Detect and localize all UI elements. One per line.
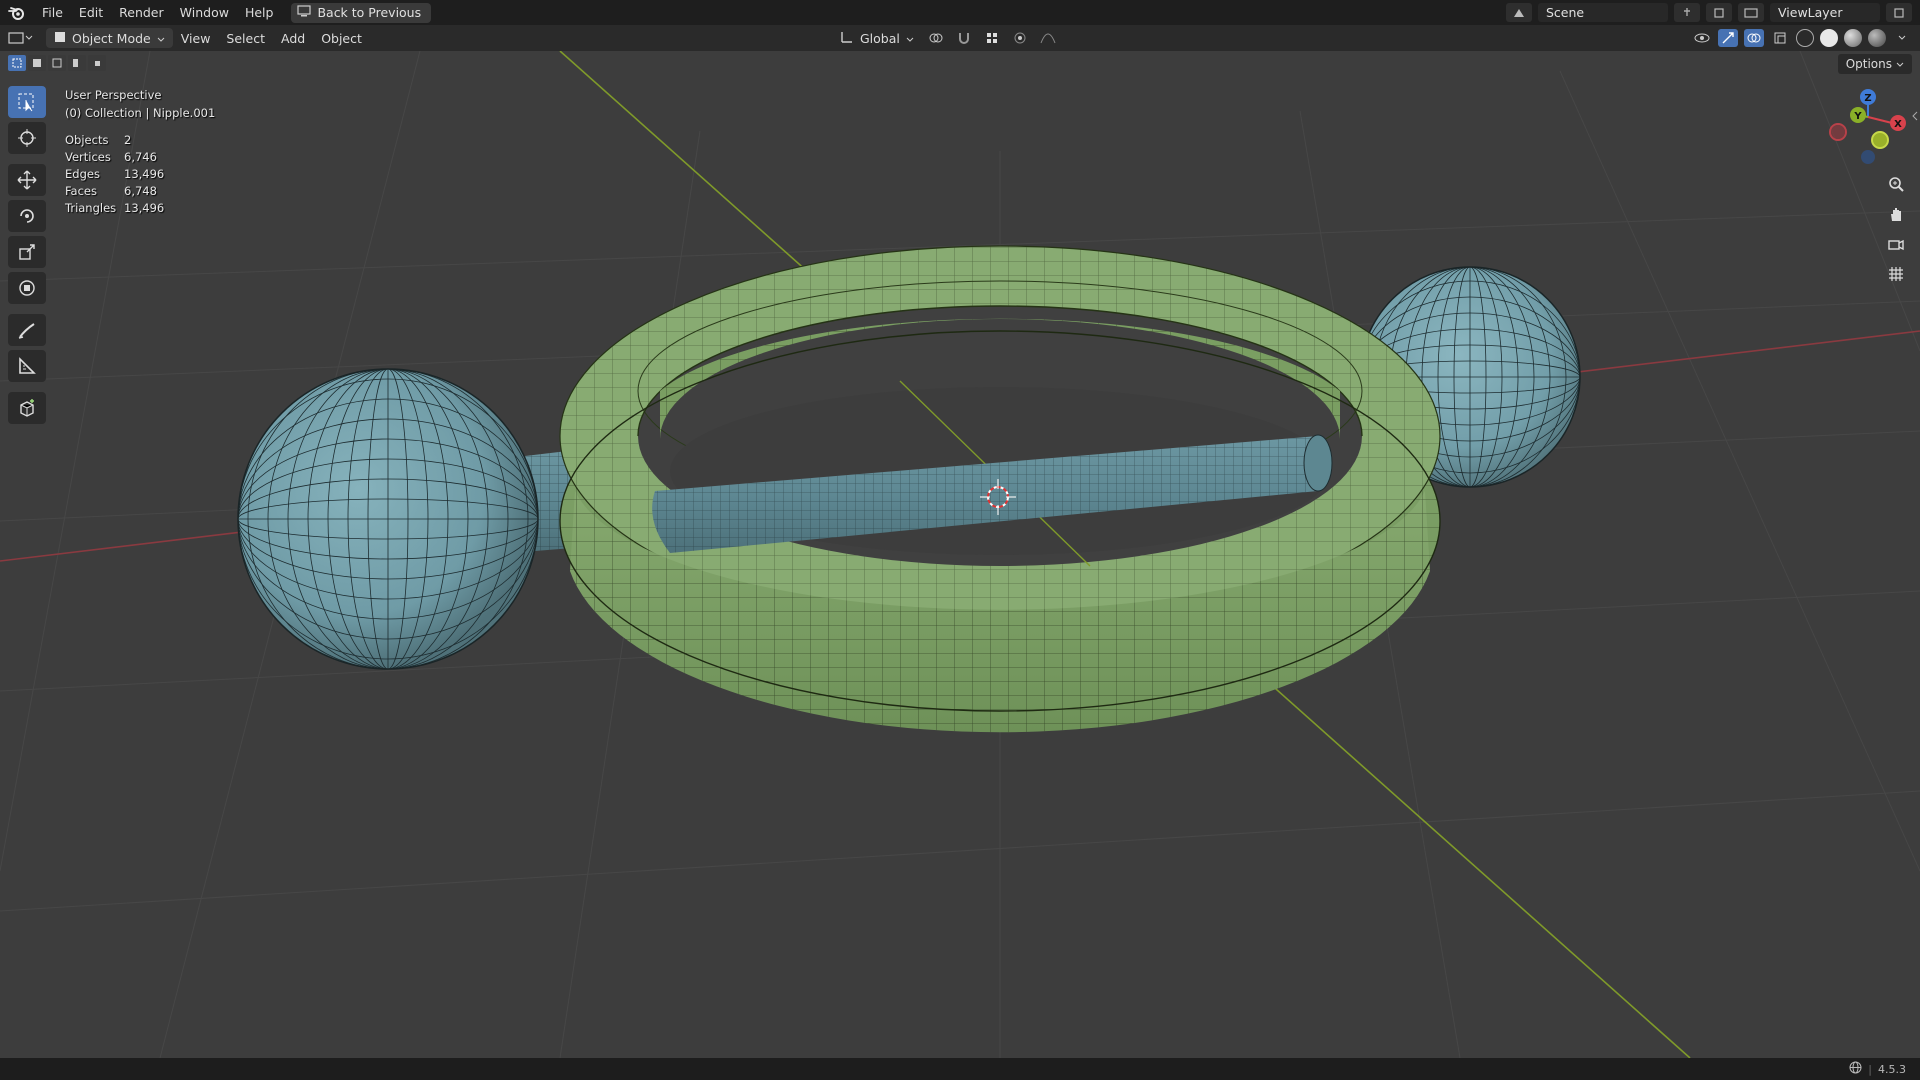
select-extend-icon[interactable] <box>28 55 46 71</box>
back-to-previous-label: Back to Previous <box>317 5 422 20</box>
globe-icon <box>1849 1061 1862 1077</box>
topbar-right: Scene ViewLayer <box>1506 0 1920 25</box>
sidebar-toggle-icon[interactable] <box>1910 103 1920 129</box>
scale-tool-icon[interactable] <box>8 236 46 268</box>
chevron-down-icon <box>906 31 914 46</box>
transform-orientation-dropdown[interactable]: Global <box>836 28 918 48</box>
menu-file[interactable]: File <box>34 0 71 25</box>
select-intersect-icon[interactable] <box>88 55 106 71</box>
stat-edges: Edges 13,496 <box>65 167 165 181</box>
chevron-down-icon <box>1896 57 1904 71</box>
menu-help[interactable]: Help <box>237 0 282 25</box>
select-box-tool-icon[interactable] <box>8 86 46 118</box>
snap-magnet-icon[interactable] <box>954 29 974 47</box>
wireframe-shading-icon[interactable] <box>1796 29 1814 47</box>
tool-shelf <box>8 86 48 428</box>
object-mode-icon <box>54 31 66 46</box>
chevron-down-icon <box>157 31 165 46</box>
gizmo-toggle-icon[interactable] <box>1718 29 1738 47</box>
menu-object[interactable]: Object <box>313 28 370 48</box>
orthographic-toggle-icon[interactable] <box>1882 261 1910 287</box>
back-to-previous-button[interactable]: Back to Previous <box>291 2 432 23</box>
viewport-overlay-info: User Perspective (0) Collection | Nipple… <box>65 86 215 217</box>
status-divider: | <box>1868 1062 1872 1076</box>
orientation-label: Global <box>860 30 900 46</box>
falloff-curve-icon[interactable] <box>1038 29 1058 47</box>
zoom-icon[interactable] <box>1882 171 1910 197</box>
rendered-shading-icon[interactable] <box>1868 29 1886 47</box>
orientation-icon <box>840 30 854 47</box>
menu-render[interactable]: Render <box>111 0 172 25</box>
xray-toggle-icon[interactable] <box>1770 29 1790 47</box>
viewport-display-tools <box>1692 28 1912 48</box>
cursor-tool-icon[interactable] <box>8 122 46 154</box>
menu-view[interactable]: View <box>173 28 219 48</box>
new-view-layer-icon[interactable] <box>1886 3 1912 22</box>
scene-browse-icon[interactable] <box>1506 3 1532 22</box>
menu-edit[interactable]: Edit <box>71 0 111 25</box>
select-invert-icon[interactable] <box>68 55 86 71</box>
active-collection-label: (0) Collection | Nipple.001 <box>65 106 216 120</box>
view-layer-browse-icon[interactable] <box>1738 3 1764 22</box>
pivot-point-icon[interactable] <box>926 29 946 47</box>
transform-tool-icon[interactable] <box>8 272 46 304</box>
navigation-gizmo: Z X Y <box>1829 89 1906 164</box>
stat-vertices: Vertices 6,746 <box>65 150 157 164</box>
3d-viewport[interactable]: Z X Y User Perspective (0) Collection | … <box>0 51 1920 1058</box>
rotate-tool-icon[interactable] <box>8 200 46 232</box>
pan-hand-icon[interactable] <box>1882 201 1910 227</box>
proportional-editing-icon[interactable] <box>1010 29 1030 47</box>
snap-increment-icon[interactable] <box>982 29 1002 47</box>
menu-add[interactable]: Add <box>273 28 313 48</box>
camera-view-icon[interactable] <box>1882 231 1910 257</box>
editor-type-icon[interactable] <box>0 28 42 48</box>
select-new-icon[interactable] <box>8 55 26 71</box>
viewport-header: Object Mode View Select Add Object Globa… <box>0 25 1920 51</box>
gizmo-y-label: Y <box>1853 111 1862 122</box>
scene-canvas: Z X Y <box>0 51 1920 1058</box>
chevron-down-icon[interactable] <box>1892 29 1912 47</box>
top-menu-bar: File Edit Render Window Help Back to Pre… <box>0 0 1920 25</box>
view-layer-field[interactable]: ViewLayer <box>1770 3 1880 22</box>
left-sphere-mesh <box>237 368 539 670</box>
menu-select[interactable]: Select <box>218 28 273 48</box>
gizmo-x-label: X <box>1894 119 1902 130</box>
object-mode-label: Object Mode <box>72 30 151 46</box>
measure-tool-icon[interactable] <box>8 350 46 382</box>
blender-version: 4.5.3 <box>1878 1062 1906 1076</box>
menu-window[interactable]: Window <box>172 0 237 25</box>
transform-tools: Global <box>836 28 1058 48</box>
scene-name-field[interactable]: Scene <box>1538 3 1668 22</box>
blender-logo-icon[interactable] <box>0 0 34 25</box>
object-mode-dropdown[interactable]: Object Mode <box>46 28 173 48</box>
screen-icon <box>297 5 312 20</box>
material-shading-icon[interactable] <box>1844 29 1862 47</box>
select-subtract-icon[interactable] <box>48 55 66 71</box>
options-label: Options <box>1845 57 1892 71</box>
options-dropdown[interactable]: Options <box>1837 54 1912 74</box>
scene-statistics: Objects 2 Vertices 6,746 Edges 13,496 Faces… <box>65 132 215 217</box>
stat-objects: Objects 2 <box>65 133 132 147</box>
overlays-toggle-icon[interactable] <box>1744 29 1764 47</box>
annotate-tool-icon[interactable] <box>8 314 46 346</box>
view-perspective-label: User Perspective <box>65 88 162 102</box>
move-tool-icon[interactable] <box>8 164 46 196</box>
gizmo-z-label: Z <box>1864 93 1871 104</box>
visibility-eye-icon[interactable] <box>1692 29 1712 47</box>
new-scene-icon[interactable] <box>1706 3 1732 22</box>
stat-triangles: Triangles 13,496 <box>65 201 165 215</box>
stat-faces: Faces 6,748 <box>65 184 157 198</box>
solid-shading-icon[interactable] <box>1820 29 1838 47</box>
pin-icon[interactable] <box>1674 3 1700 22</box>
selection-mode-buttons <box>8 55 106 71</box>
status-bar: | 4.5.3 <box>0 1058 1920 1080</box>
add-cube-tool-icon[interactable] <box>8 392 46 424</box>
